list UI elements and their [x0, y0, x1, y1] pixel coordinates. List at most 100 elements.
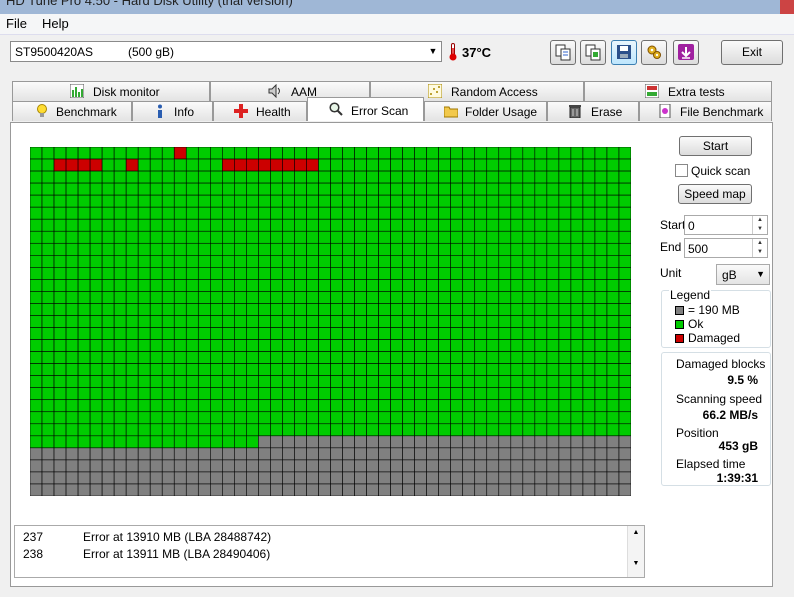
scan-block-ok [282, 315, 295, 328]
scan-block-ok [426, 303, 439, 316]
scan-block-ok [450, 363, 464, 376]
scan-block-ok [185, 351, 199, 364]
scan-block-ok [438, 194, 451, 208]
scan-block-ok [486, 423, 500, 437]
end-input[interactable]: 500 ▲ ▼ [684, 238, 768, 258]
scan-block-ok [474, 303, 488, 316]
scan-block-ok [558, 218, 572, 232]
exit-button[interactable]: Exit [721, 40, 783, 65]
tab-file-benchmark[interactable]: File Benchmark [639, 101, 772, 121]
file-benchmark-icon [659, 104, 671, 118]
save-button[interactable] [611, 40, 637, 65]
scan-block-unscanned [402, 483, 415, 496]
download-button[interactable] [673, 40, 699, 65]
scan-block-ok [161, 267, 175, 280]
tab-folder-usage[interactable]: Folder Usage [424, 101, 547, 121]
scan-block-ok [270, 230, 283, 244]
close-window-button[interactable] [780, 0, 794, 14]
scan-block-ok [41, 242, 55, 256]
scan-block-unscanned [270, 459, 283, 473]
error-log-list[interactable]: 237 Error at 13910 MB (LBA 28488742) 238… [14, 525, 645, 578]
scan-block-ok [294, 315, 307, 328]
scan-block-ok [462, 423, 476, 437]
quick-scan-checkbox[interactable] [675, 164, 688, 177]
scan-block-ok [234, 327, 247, 340]
spinner-arrows-icon[interactable]: ▲ ▼ [752, 216, 767, 234]
scan-stats-box: Damaged blocks 9.5 % Scanning speed 66.2… [661, 352, 771, 486]
scan-block-ok [30, 194, 43, 208]
scan-block-ok [53, 218, 67, 232]
scan-block-ok [173, 303, 187, 316]
scan-block-ok [522, 230, 536, 244]
scan-block-ok [510, 267, 524, 280]
start-scan-button[interactable]: Start [679, 136, 752, 156]
scan-block-ok [246, 411, 259, 425]
scan-block-ok [522, 387, 536, 401]
start-input[interactable]: 0 ▲ ▼ [684, 215, 768, 235]
scan-block-ok [474, 291, 488, 304]
chevron-down-icon[interactable]: ▼ [425, 42, 441, 61]
scan-block-ok [101, 435, 115, 449]
tab-erase[interactable]: Erase [547, 101, 639, 121]
scan-block-unscanned [101, 483, 115, 496]
log-number: 237 [23, 530, 44, 544]
scan-block-ok [438, 279, 451, 292]
scan-block-unscanned [582, 471, 596, 485]
scan-block-ok [606, 303, 620, 316]
scan-block-ok [101, 327, 115, 340]
scan-block-ok [197, 279, 211, 292]
tab-disk-monitor[interactable]: Disk monitor [12, 81, 210, 101]
scan-block-ok [101, 411, 115, 425]
scan-block-ok [342, 170, 355, 184]
scan-block-ok [89, 315, 103, 328]
copy-info-button[interactable] [550, 40, 576, 65]
log-scrollbar[interactable]: ▲ ▼ [627, 526, 644, 577]
scan-block-ok [450, 194, 464, 208]
scan-block-ok [246, 423, 259, 437]
scan-block-ok [270, 315, 283, 328]
scan-block-ok [282, 170, 295, 184]
scan-block-ok [41, 291, 55, 304]
scan-block-ok [546, 279, 560, 292]
scan-block-ok [113, 315, 127, 328]
scan-block-ok [510, 279, 524, 292]
tab-extra-tests[interactable]: Extra tests [584, 81, 772, 101]
speed-map-button[interactable]: Speed map [678, 184, 752, 204]
scan-block-ok [498, 399, 512, 413]
title-bar: HD Tune Pro 4.50 - Hard Disk Utility (tr… [0, 0, 794, 14]
scan-block-ok [185, 194, 199, 208]
tab-info[interactable]: Info [132, 101, 213, 121]
tab-benchmark[interactable]: Benchmark [12, 101, 132, 121]
menu-help[interactable]: Help [42, 16, 69, 31]
menu-file[interactable]: File [6, 16, 27, 31]
scan-block-ok [210, 182, 223, 196]
tab-health[interactable]: Health [213, 101, 307, 121]
scan-block-unscanned [270, 435, 283, 449]
scan-block-ok [258, 206, 271, 220]
scroll-up-icon[interactable]: ▲ [628, 529, 644, 536]
scan-block-ok [306, 170, 319, 184]
scan-block-ok [222, 194, 235, 208]
scan-block-ok [89, 206, 103, 220]
scan-block-ok [234, 170, 247, 184]
spinner-arrows-icon[interactable]: ▲ ▼ [752, 239, 767, 257]
scan-block-ok [402, 303, 415, 316]
scan-block-ok [354, 230, 367, 244]
scan-block-ok [354, 327, 367, 340]
scan-block-ok [246, 435, 259, 449]
scan-block-ok [282, 206, 295, 220]
options-button[interactable] [641, 40, 667, 65]
copy-all-button[interactable] [580, 40, 606, 65]
scan-block-unscanned [53, 459, 67, 473]
scan-block-unscanned [486, 435, 500, 449]
tab-error-scan[interactable]: Error Scan [307, 97, 424, 121]
scan-block-ok [306, 255, 319, 268]
scroll-down-icon[interactable]: ▼ [628, 560, 644, 567]
scan-block-unscanned [606, 459, 620, 473]
scan-block-unscanned [414, 459, 427, 473]
scan-block-ok [30, 315, 43, 328]
scan-block-ok [210, 230, 223, 244]
unit-select[interactable]: gB ▼ [716, 264, 770, 285]
drive-select[interactable]: ST9500420AS (500 gB) ▼ [10, 41, 442, 62]
scan-block-ok [125, 218, 139, 232]
